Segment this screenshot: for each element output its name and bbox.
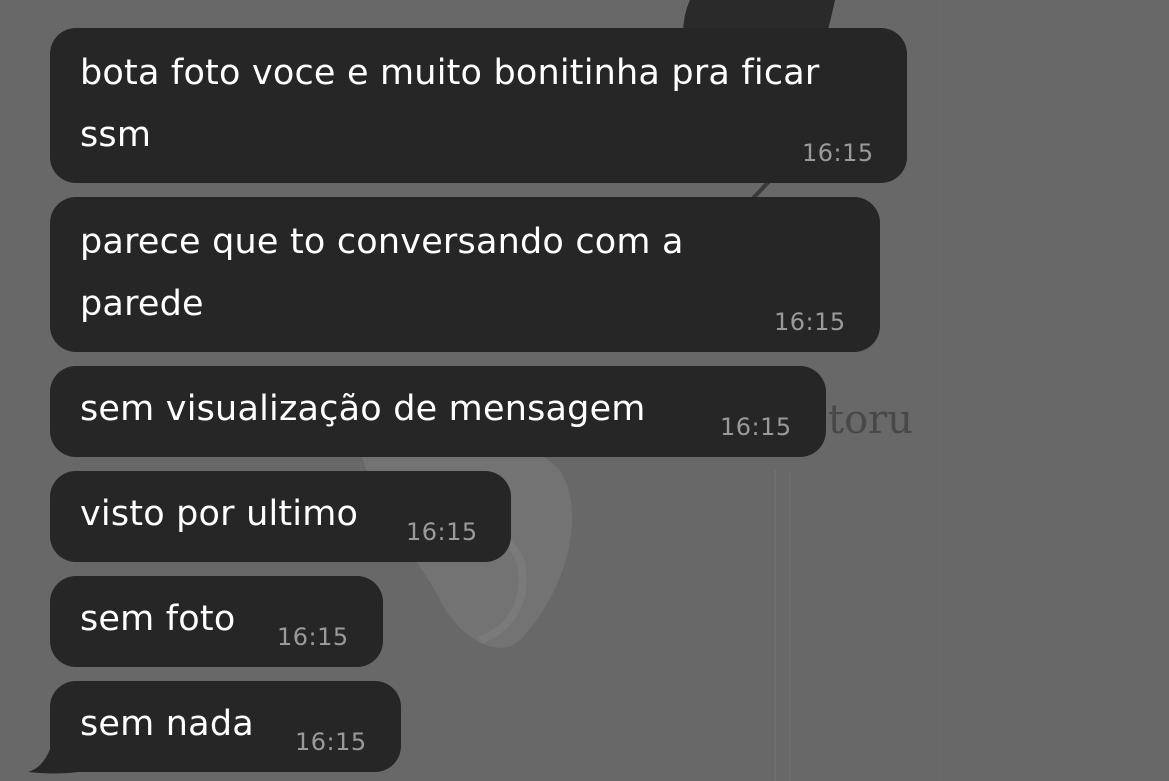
message-text: bota foto voce e muito bonitinha pra fic… — [80, 53, 820, 155]
message-bubble[interactable]: bota foto voce e muito bonitinha pra fic… — [50, 28, 907, 183]
message-bubble[interactable]: parece que to conversando com a parede 1… — [50, 197, 880, 352]
message-text: sem visualização de mensagem — [80, 389, 646, 429]
message-bubble[interactable]: sem visualização de mensagem 16:15 — [50, 366, 826, 457]
message-timestamp: 16:15 — [774, 308, 846, 336]
message-text: visto por ultimo — [80, 494, 359, 534]
message-timestamp: 16:15 — [295, 728, 367, 756]
message-timestamp: 16:15 — [720, 413, 792, 441]
message-bubble[interactable]: visto por ultimo 16:15 — [50, 471, 511, 562]
bubble-tail — [28, 736, 78, 774]
message-bubble[interactable]: sem nada 16:15 — [50, 681, 401, 772]
message-timestamp: 16:15 — [406, 518, 478, 546]
message-text: sem nada — [80, 704, 254, 744]
message-bubble[interactable]: sem foto 16:15 — [50, 576, 383, 667]
message-timestamp: 16:15 — [277, 623, 349, 651]
wallpaper-watermark-text: toru — [828, 397, 913, 443]
message-text: sem foto — [80, 599, 236, 639]
message-timestamp: 16:15 — [802, 139, 874, 167]
message-text: parece que to conversando com a parede — [80, 222, 684, 324]
